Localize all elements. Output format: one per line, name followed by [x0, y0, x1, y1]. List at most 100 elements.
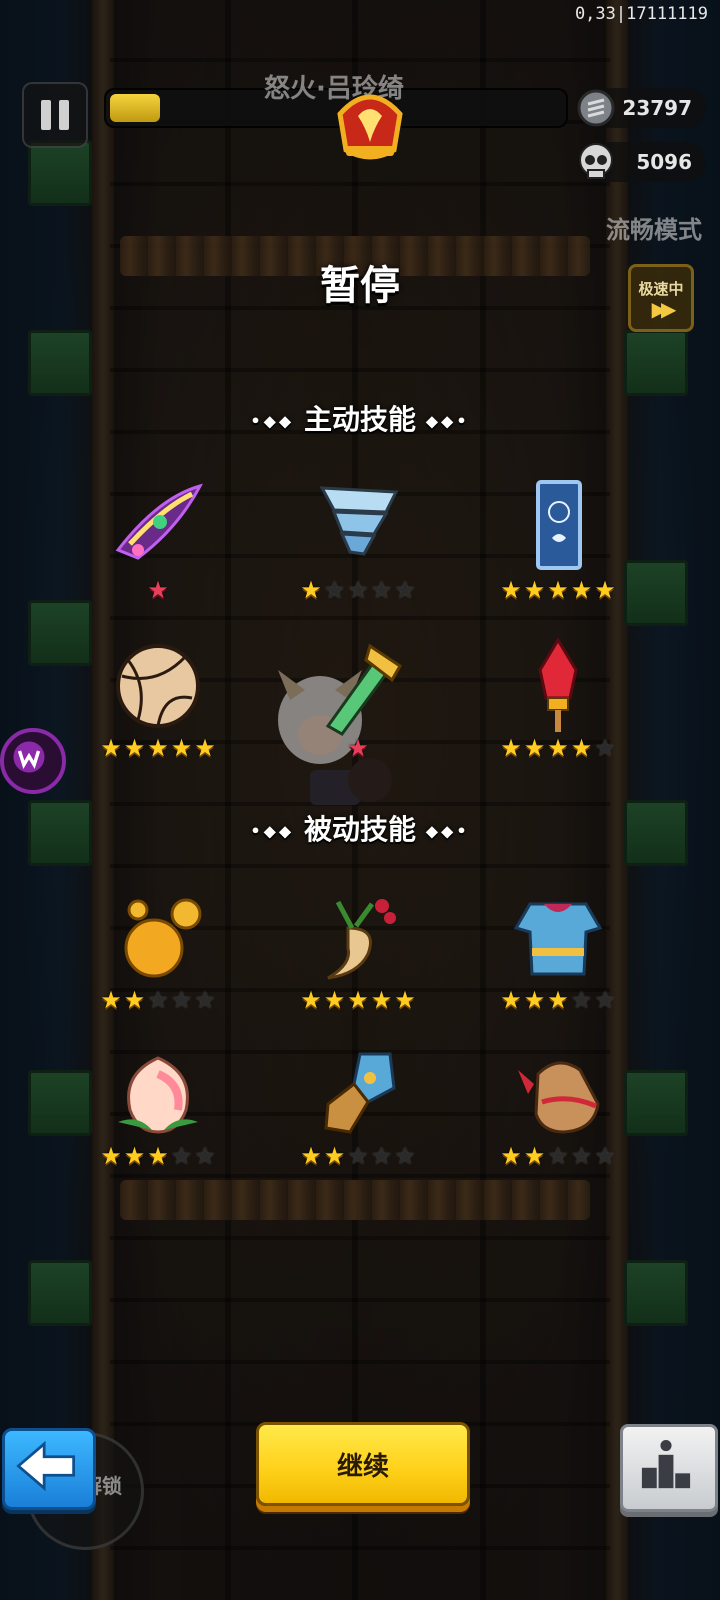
passive-skill-slot: ★★★★★: [478, 888, 638, 1028]
passive-skills-title: 被动技能: [303, 813, 416, 846]
star-empty-icon: ★: [570, 1142, 593, 1170]
star-filled-icon: ★: [523, 986, 546, 1014]
skill-stars: ★★★★★: [78, 1144, 238, 1168]
star-empty-icon: ★: [594, 986, 616, 1014]
star-empty-icon: ★: [370, 576, 393, 604]
w-logo-icon: [13, 741, 45, 773]
active-skill-slot: ★: [78, 478, 238, 618]
heading-deco-right: ◆◆•: [425, 411, 470, 431]
star-filled-icon: ★: [123, 734, 146, 762]
continue-button[interactable]: 继续: [256, 1422, 470, 1506]
star-empty-icon: ★: [547, 1142, 569, 1170]
star-filled-icon: ★: [147, 734, 169, 762]
star-filled-icon: ★: [323, 986, 346, 1014]
back-button[interactable]: [2, 1428, 96, 1510]
star-empty-icon: ★: [347, 1142, 369, 1170]
star-empty-icon: ★: [370, 1142, 393, 1170]
star-filled-icon: ★: [147, 576, 169, 604]
star-empty-icon: ★: [594, 1142, 616, 1170]
active-skill-slot: ★★★★★: [278, 478, 438, 618]
star-filled-icon: ★: [547, 734, 569, 762]
star-empty-icon: ★: [170, 986, 193, 1014]
w-app-badge[interactable]: [0, 728, 66, 794]
skill-stars: ★★★★★: [278, 1144, 438, 1168]
star-empty-icon: ★: [147, 986, 169, 1014]
star-filled-icon: ★: [300, 986, 322, 1014]
boss-crest-icon: [337, 94, 403, 160]
star-filled-icon: ★: [194, 734, 216, 762]
passive-skill-slot: ★★★★★: [478, 1044, 638, 1184]
star-filled-icon: ★: [347, 986, 369, 1014]
passive-skill-slot: ★★★★★: [278, 888, 438, 1028]
star-empty-icon: ★: [194, 986, 216, 1014]
active-skills-title: 主动技能: [303, 403, 416, 436]
star-empty-icon: ★: [594, 734, 616, 762]
star-filled-icon: ★: [123, 986, 146, 1014]
kill-counter: 5096: [578, 142, 706, 182]
star-filled-icon: ★: [100, 1142, 122, 1170]
star-filled-icon: ★: [123, 1142, 146, 1170]
pause-title: 暂停: [320, 263, 400, 309]
skill-stars: ★★★★★: [278, 988, 438, 1012]
skill-stars: ★: [78, 578, 238, 602]
firework-rocket-icon: [538, 637, 578, 732]
cursed-blade-icon: [115, 483, 203, 560]
active-skill-slot: ★★★★★: [478, 636, 638, 776]
star-filled-icon: ★: [370, 986, 393, 1014]
tornado-icon: [319, 486, 399, 556]
skull-icon: [579, 143, 613, 179]
coin-icon: [577, 89, 615, 127]
star-empty-icon: ★: [394, 1142, 416, 1170]
heading-deco-left: •◆◆: [250, 821, 295, 841]
star-filled-icon: ★: [500, 576, 522, 604]
star-filled-icon: ★: [500, 734, 522, 762]
skill-stars: ★: [278, 736, 438, 760]
star-filled-icon: ★: [500, 1142, 522, 1170]
active-skill-slot: ★★★★★: [478, 478, 638, 618]
active-skill-slot: ★★★★★: [78, 636, 238, 776]
star-empty-icon: ★: [570, 986, 593, 1014]
star-filled-icon: ★: [594, 576, 616, 604]
ranking-button[interactable]: [620, 1424, 718, 1512]
star-filled-icon: ★: [547, 576, 569, 604]
coin-value: 23797: [622, 96, 692, 120]
gauntlet-icon: [324, 1052, 396, 1134]
star-filled-icon: ★: [147, 1142, 169, 1170]
passive-skill-slot: ★★★★★: [78, 1044, 238, 1184]
skill-stars: ★★★★★: [78, 988, 238, 1012]
volleyball-icon: [116, 644, 200, 728]
star-empty-icon: ★: [194, 1142, 216, 1170]
skill-stars: ★★★★★: [478, 736, 638, 760]
star-filled-icon: ★: [547, 986, 569, 1014]
star-filled-icon: ★: [300, 576, 322, 604]
smooth-mode-toggle[interactable]: 流畅模式: [606, 210, 702, 245]
continue-label: 继续: [336, 1451, 389, 1482]
passive-skill-slot: ★★★★★: [278, 1044, 438, 1184]
peach-icon: [118, 1056, 198, 1134]
ginseng-icon: [327, 899, 396, 980]
star-filled-icon: ★: [100, 986, 122, 1014]
star-empty-icon: ★: [347, 576, 369, 604]
heading-deco-right: ◆◆•: [425, 821, 470, 841]
star-filled-icon: ★: [300, 1142, 322, 1170]
star-empty-icon: ★: [394, 576, 416, 604]
debug-coords: 0,33|17111119: [574, 4, 708, 24]
skill-stars: ★★★★★: [478, 988, 638, 1012]
active-skill-slot: ★: [278, 636, 438, 776]
star-filled-icon: ★: [170, 734, 193, 762]
skill-stars: ★★★★★: [278, 578, 438, 602]
star-filled-icon: ★: [323, 1142, 346, 1170]
star-filled-icon: ★: [570, 576, 593, 604]
heading-deco-left: •◆◆: [250, 411, 295, 431]
passive-skill-slot: ★★★★★: [78, 888, 238, 1028]
star-filled-icon: ★: [523, 1142, 546, 1170]
pause-bar-icon: [59, 100, 69, 130]
star-empty-icon: ★: [170, 1142, 193, 1170]
fire-talisman-icon: [536, 480, 582, 570]
jade-ruyi-icon: [325, 643, 402, 736]
star-filled-icon: ★: [500, 986, 522, 1014]
kill-value: 5096: [636, 150, 692, 174]
star-filled-icon: ★: [100, 734, 122, 762]
pause-button[interactable]: [22, 82, 88, 148]
golden-orbs-icon: [124, 898, 202, 978]
